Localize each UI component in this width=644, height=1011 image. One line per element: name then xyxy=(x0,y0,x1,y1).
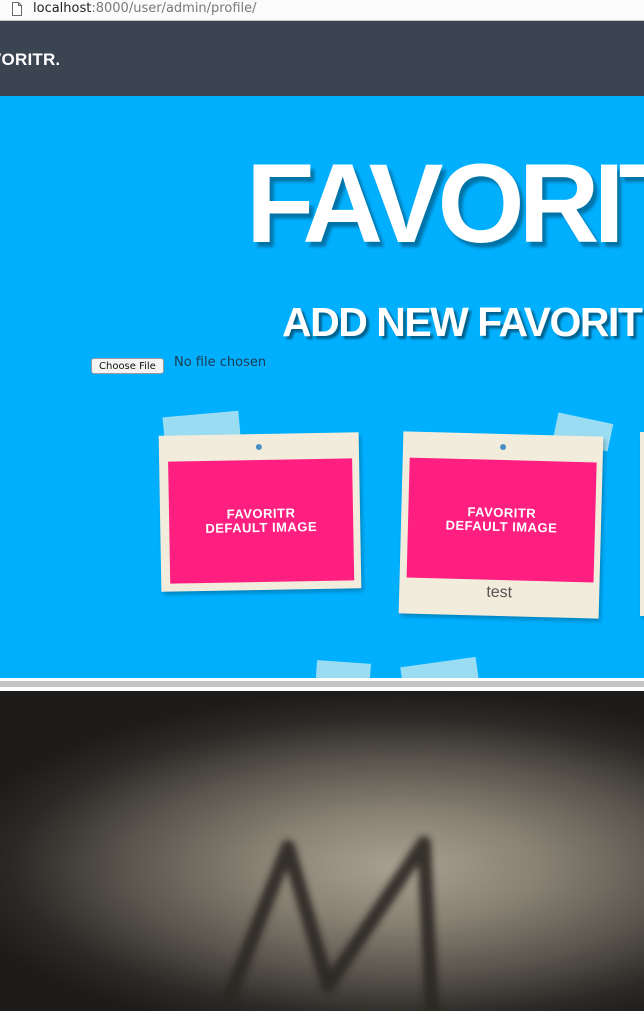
pin-icon xyxy=(499,443,507,451)
url-host: localhost xyxy=(33,1,92,16)
favorite-card[interactable]: FAVORITR DEFAULT IMAGE test xyxy=(398,431,604,619)
file-status-text: No file chosen xyxy=(174,355,267,370)
brand-logo[interactable]: VORITR. xyxy=(0,50,60,70)
tape-strip xyxy=(315,660,371,678)
add-new-favorite-heading: ADD NEW FAVORIT xyxy=(282,299,643,345)
default-image-text: FAVORITR DEFAULT IMAGE xyxy=(205,505,318,536)
favorite-caption: test xyxy=(486,583,513,602)
hero-title: FAVORIT xyxy=(246,141,644,266)
divider-line xyxy=(0,681,644,687)
browser-address-bar[interactable]: localhost:8000/user/admin/profile/ xyxy=(0,0,644,21)
url-path: :8000/user/admin/profile/ xyxy=(91,1,257,16)
tape-strip xyxy=(400,656,480,678)
url-text[interactable]: localhost:8000/user/admin/profile/ xyxy=(33,1,257,16)
site-navbar: VORITR. xyxy=(0,21,644,96)
pin-icon xyxy=(255,443,262,451)
choose-file-button[interactable]: Choose File xyxy=(91,358,164,374)
favorite-card-partial[interactable] xyxy=(640,432,644,616)
hero-section: FAVORIT ADD NEW FAVORIT Choose File No f… xyxy=(0,96,644,678)
background-photo xyxy=(0,691,644,1011)
blurred-letter-graphic xyxy=(221,836,439,1011)
favorite-image[interactable]: FAVORITR DEFAULT IMAGE xyxy=(168,458,355,584)
favorite-image[interactable]: FAVORITR DEFAULT IMAGE xyxy=(406,457,597,583)
page-icon xyxy=(12,2,22,16)
default-image-text: FAVORITR DEFAULT IMAGE xyxy=(445,504,558,536)
section-divider xyxy=(0,678,644,691)
favorite-card[interactable]: FAVORITR DEFAULT IMAGE xyxy=(158,432,362,592)
